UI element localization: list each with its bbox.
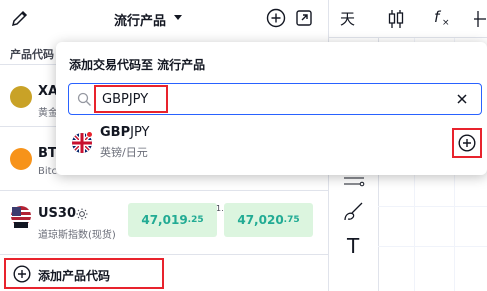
divider	[0, 190, 328, 191]
text-tool-icon[interactable]: T	[347, 234, 359, 258]
result-description: 英镑/日元	[100, 146, 148, 159]
add-circle-icon	[13, 265, 31, 283]
row-description: 道琼斯指数(现货)	[38, 230, 116, 241]
search-input[interactable]	[94, 85, 168, 113]
add-circle-icon[interactable]	[266, 8, 286, 28]
pencil-icon[interactable]	[10, 8, 30, 28]
add-symbol-label: 添加产品代码	[38, 269, 111, 283]
x-subscript-icon: ×	[442, 18, 450, 28]
layout-icon[interactable]	[472, 9, 487, 29]
chart-top-bar: 天 f ×	[329, 0, 487, 38]
candlestick-icon[interactable]	[387, 8, 405, 30]
status-dot	[86, 131, 93, 138]
gold-icon	[10, 86, 32, 108]
column-symbol-label[interactable]: 产品代码	[10, 46, 54, 62]
bid-price[interactable]: 47,019.25	[128, 203, 217, 237]
brush-icon[interactable]	[342, 200, 366, 222]
add-circle-icon	[458, 134, 476, 152]
grid-line	[378, 206, 487, 207]
grid-line	[378, 246, 487, 247]
sun-icon	[76, 208, 88, 220]
chevron-down-icon[interactable]	[174, 15, 182, 20]
close-icon[interactable]	[455, 92, 469, 106]
row-description: 黄金	[38, 108, 58, 119]
add-symbol-button[interactable]: 添加产品代码	[4, 258, 164, 289]
watchlist-row[interactable]: US30 道琼斯指数(现货) 47,019.25 1.5 47,020.75	[0, 192, 328, 252]
search-icon	[77, 92, 91, 106]
timeframe-button[interactable]: 天	[340, 8, 355, 29]
result-symbol: GBPJPY	[100, 125, 150, 140]
watchlist-header: 流行产品	[0, 0, 328, 38]
indicators-button[interactable]: f	[434, 8, 439, 26]
search-result-row[interactable]: GBPJPY 英镑/日元	[56, 120, 487, 168]
us-flag-icon	[11, 206, 31, 228]
search-box[interactable]	[68, 83, 482, 115]
divider	[0, 254, 328, 255]
row-symbol: US30	[38, 206, 77, 221]
add-symbol-popup: 添加交易代码至 流行产品 GBPJPY 英镑/日元	[56, 42, 487, 175]
popup-title: 添加交易代码至 流行产品	[69, 58, 206, 72]
add-result-button[interactable]	[452, 128, 482, 158]
expand-icon[interactable]	[295, 9, 313, 27]
ask-price[interactable]: 47,020.75	[224, 203, 313, 237]
watchlist-title[interactable]: 流行产品	[114, 10, 166, 29]
app-root: 流行产品 产品代码 XA 黄金 BTC Bitco US30 道琼斯指数(现货)…	[0, 0, 487, 291]
bitcoin-icon	[10, 148, 32, 170]
